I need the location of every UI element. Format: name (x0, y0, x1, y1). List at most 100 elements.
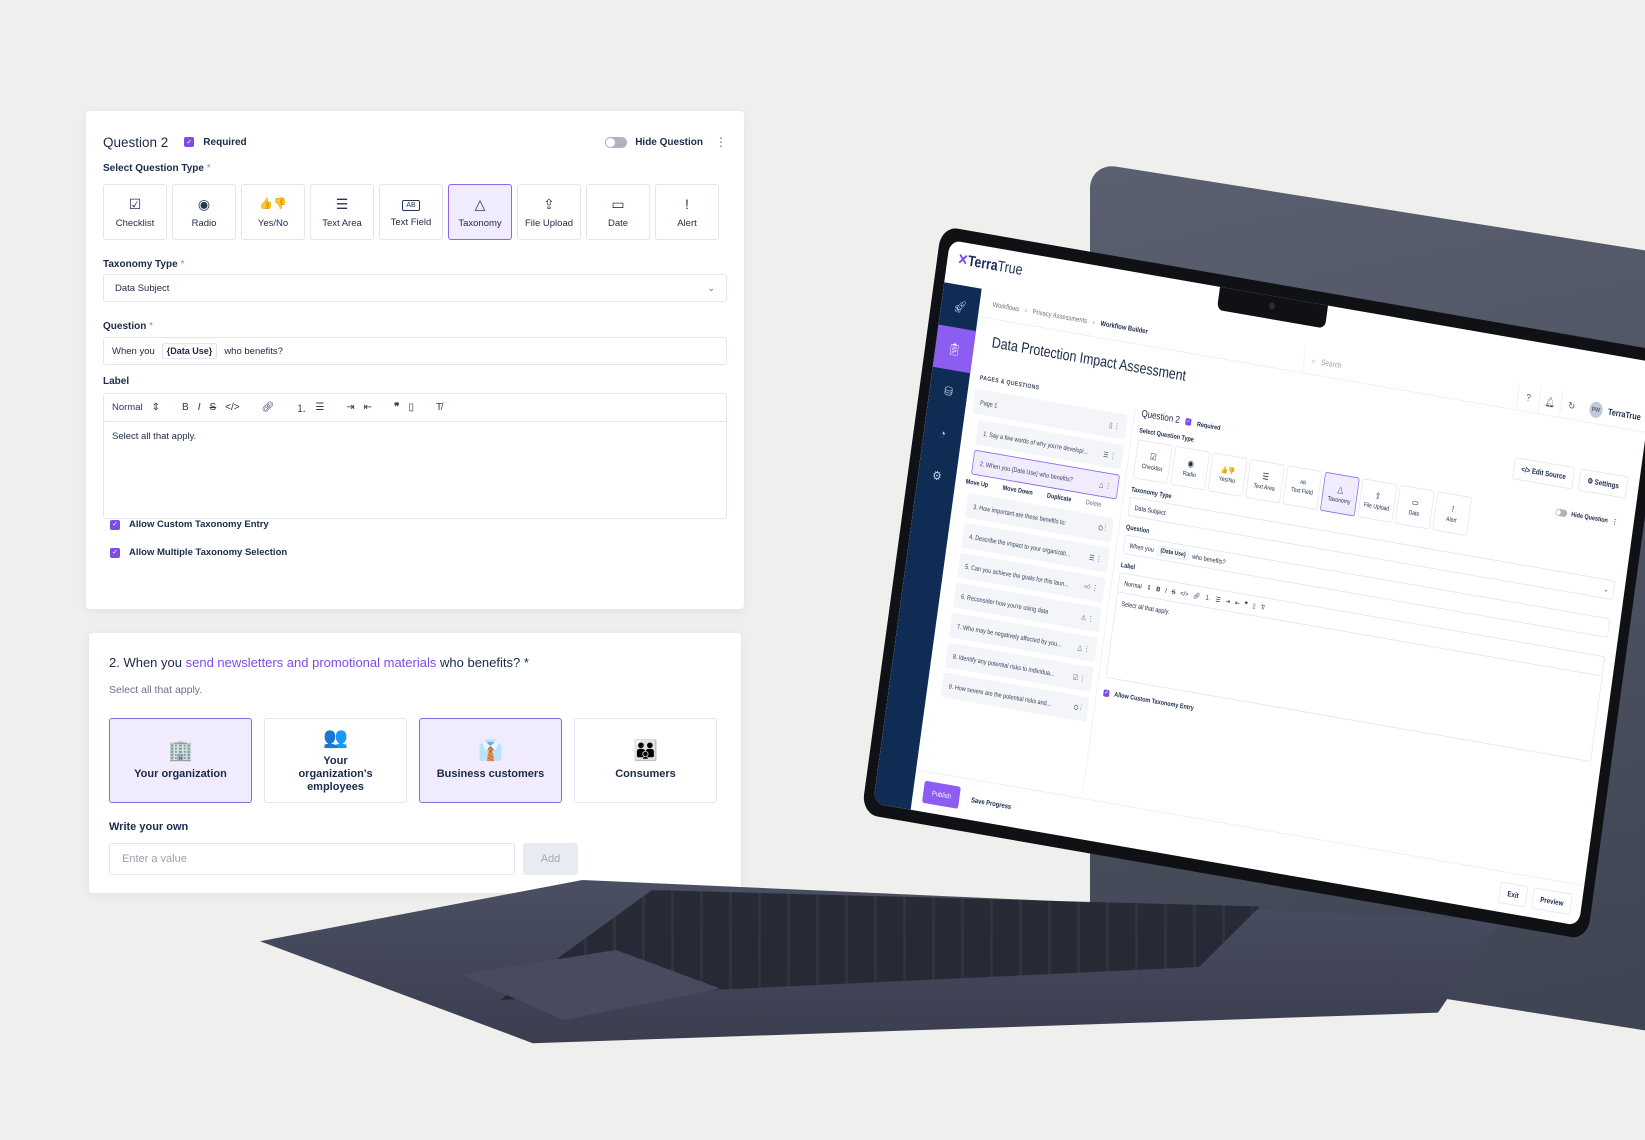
custom-value-input[interactable]: Enter a value (109, 843, 515, 875)
choice-organization-employees[interactable]: 👥 Your organization's employees (264, 718, 407, 803)
consumers-icon: 👪 (633, 740, 658, 762)
breadcrumb-workflow-builder: Workflow Builder (1100, 319, 1149, 336)
text-style-select[interactable]: Normal (112, 402, 143, 413)
data-use-token[interactable]: {Data Use} (161, 343, 218, 359)
ordered-list-icon[interactable]: ⒈ (296, 400, 306, 415)
text-area-icon: ☰ (335, 195, 349, 212)
type-taxonomy[interactable]: △ Taxonomy (1319, 471, 1360, 517)
link-icon[interactable]: 🔗︎ (262, 402, 275, 413)
clear-format-icon[interactable]: T̸ (436, 402, 442, 413)
type-alert[interactable]: ! Alert (1432, 491, 1473, 537)
hide-question-toggle[interactable] (1554, 507, 1568, 517)
allow-custom-taxonomy-option[interactable]: ✓ Allow Custom Taxonomy Entry (110, 519, 269, 530)
type-file-upload[interactable]: ⇪ File Upload (1357, 478, 1398, 524)
type-date[interactable]: ▭ Date (586, 184, 650, 240)
type-text-field[interactable]: AB Text Field (1282, 465, 1323, 511)
allow-multiple-checkbox[interactable]: ✓ (110, 547, 120, 558)
sidebar-item-launches[interactable]: 🚀︎ (938, 282, 981, 331)
choice-business-customers[interactable]: 👔 Business customers (419, 718, 562, 803)
taxonomy-type-select[interactable]: Data Subject ⌄ (103, 274, 727, 302)
indent-icon[interactable]: ⇥ (346, 402, 354, 413)
allow-custom-checkbox[interactable]: ✓ (1103, 688, 1110, 697)
delete-button[interactable]: Delete (1085, 498, 1102, 509)
hide-question-label: Hide Question (635, 136, 703, 148)
italic-icon[interactable]: I (198, 402, 201, 413)
upload-icon: ⇪ (543, 195, 555, 212)
label-rich-text-editor: Normal ⇕ B I S </> 🔗︎ ⒈ ☰ ⇥ ⇤ ❞ ▯ T̸ Sel… (103, 393, 727, 519)
type-radio[interactable]: ◉ Radio (1170, 445, 1211, 491)
search-icon: ⌕ (1311, 355, 1316, 366)
type-file-upload[interactable]: ⇪ File Upload (517, 184, 581, 240)
type-checklist[interactable]: ☑ Checklist (1132, 439, 1173, 485)
add-button[interactable]: Add (523, 843, 578, 875)
sidebar-item-settings[interactable]: ⚙ (915, 451, 958, 500)
choice-consumers[interactable]: 👪 Consumers (574, 718, 717, 803)
choice-your-organization[interactable]: 🏢 Your organization (109, 718, 252, 803)
question-editor-panel: Question 2 ✓ Required Hide Question ⋮ Sel… (1089, 409, 1627, 880)
question-input[interactable]: When you {Data Use} who benefits? (103, 337, 727, 365)
required-checkbox[interactable]: ✓ (1185, 417, 1192, 426)
write-your-own-label: Write your own (109, 821, 189, 833)
bullet-list-icon[interactable]: ☰ (315, 402, 324, 413)
save-progress-button[interactable]: Save Progress (971, 796, 1012, 811)
type-yes-no[interactable]: 👍👎 Yes/No (241, 184, 305, 240)
more-options-icon[interactable]: ⋮ (1612, 517, 1618, 526)
breadcrumb-privacy-assessments[interactable]: Privacy Assessments (1032, 308, 1087, 325)
type-text-area[interactable]: ☰ Text Area (310, 184, 374, 240)
type-taxonomy[interactable]: △ Taxonomy (448, 184, 512, 240)
refresh-icon[interactable]: ↻ (1558, 389, 1585, 422)
avatar[interactable]: PW (1588, 400, 1604, 419)
code-icon[interactable]: </> (225, 402, 239, 413)
sidebar-item-data[interactable]: ⛁ (927, 367, 970, 416)
move-down-button[interactable]: Move Down (1002, 483, 1033, 496)
publish-button[interactable]: Publish (921, 780, 962, 809)
type-checklist[interactable]: ☑ Checklist (103, 184, 167, 240)
gauge-icon: ◔ (938, 425, 947, 441)
checkbox-icon: ☑ (128, 195, 142, 212)
allow-custom-checkbox[interactable]: ✓ (110, 519, 120, 530)
label-field-label: Label (103, 376, 130, 387)
terratrue-logo[interactable]: ✕TerraTrue (956, 251, 1024, 280)
question-editor-card: Question 2 ✓ Required Hide Question ⋮ Se… (86, 111, 744, 609)
strikethrough-icon[interactable]: S (209, 402, 216, 413)
alert-triangle-icon: ⚠ ⋮ (1080, 612, 1095, 623)
required-checkbox[interactable]: ✓ (184, 137, 195, 147)
required-label: Required (203, 136, 247, 148)
data-use-token[interactable]: {Data Use} (1156, 545, 1190, 561)
type-radio[interactable]: ◉ Radio (172, 184, 236, 240)
type-yes-no[interactable]: 👍👎 Yes/No (1207, 452, 1248, 498)
taxonomy-choices: 🏢 Your organization 👥 Your organization'… (109, 718, 717, 803)
question-header: Question 2 ✓ Required Hide Question ⋮ (103, 131, 727, 153)
move-up-button[interactable]: Move Up (965, 477, 989, 489)
text-style-select[interactable]: Normal (1124, 579, 1142, 590)
search-input[interactable]: ⌕ Search (1301, 344, 1436, 396)
more-options-icon[interactable]: ⋮ (715, 135, 727, 149)
database-icon: ⛁ (943, 382, 954, 399)
file-icon[interactable]: ▯ (408, 402, 414, 413)
sidebar-item-dashboard[interactable]: ◔ (921, 409, 964, 458)
type-text-area[interactable]: ☰ Text Area (1245, 458, 1285, 504)
data-use-highlight: send newsletters and promotional materia… (185, 655, 437, 670)
type-text-field[interactable]: AB Text Field (379, 184, 443, 240)
breadcrumb: Workflows › Privacy Assessments › Workflow… (992, 300, 1149, 336)
outdent-icon[interactable]: ⇤ (364, 402, 372, 413)
allow-multiple-taxonomy-option[interactable]: ✓ Allow Multiple Taxonomy Selection (110, 547, 287, 558)
question-type-picker: ☑ Checklist ◉ Radio 👍👎 Yes/No ☰ Text Area AB… (103, 184, 719, 240)
select-arrows-icon[interactable]: ⇕ (152, 402, 160, 413)
quote-icon[interactable]: ❞ (394, 402, 399, 413)
duplicate-button[interactable]: Duplicate (1047, 491, 1072, 503)
sidebar-item-assessments[interactable]: 📋︎ (932, 324, 976, 374)
thumbs-up-icon: 👍︎ ⋮ (1083, 582, 1099, 593)
hide-question-toggle[interactable] (605, 136, 628, 148)
label-text[interactable]: Select all that apply. (104, 422, 726, 451)
type-alert[interactable]: ! Alert (655, 184, 719, 240)
bold-icon[interactable]: B (182, 402, 189, 413)
text-field-icon: AB (402, 199, 420, 211)
breadcrumb-workflows[interactable]: Workflows (992, 301, 1020, 314)
laptop-keyboard (500, 890, 1260, 1000)
preview-button[interactable]: Preview (1530, 886, 1573, 915)
alert-icon: ! (685, 195, 689, 212)
laptop-screen-wrap: ✕TerraTrue 🚀︎ 📋︎ ⛁ ◔ ⚙ Workflows › Privac… (861, 225, 1645, 940)
type-date[interactable]: ▭ Date (1394, 484, 1435, 530)
exit-button[interactable]: Exit (1498, 881, 1529, 907)
